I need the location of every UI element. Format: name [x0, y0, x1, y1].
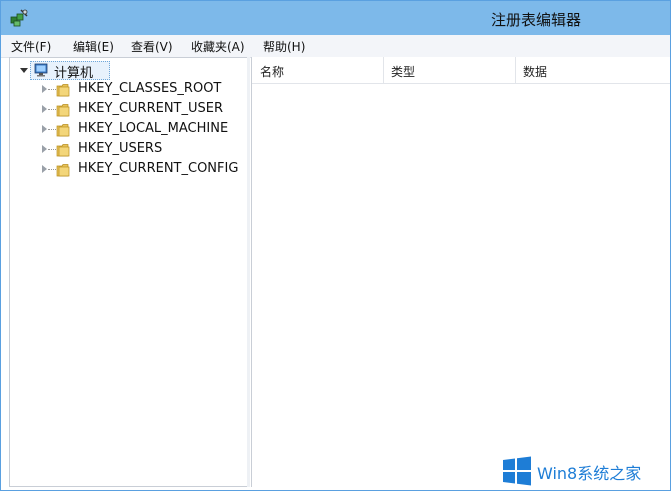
watermark: Win8系统之家 — [501, 453, 670, 489]
column-data-header[interactable]: 数据 — [523, 63, 547, 80]
tree-node-label: HKEY_USERS — [78, 141, 163, 156]
regedit-icon[interactable] — [9, 8, 29, 28]
folder-icon — [56, 84, 70, 97]
menu-bar: 文件(F) 编辑(E) 查看(V) 收藏夹(A) 帮助(H) — [1, 35, 670, 58]
menu-favorites[interactable]: 收藏夹(A) — [191, 38, 245, 55]
folder-icon — [56, 164, 70, 177]
tree-connector — [48, 169, 56, 170]
windows-logo-icon — [503, 456, 531, 486]
collapse-arrow-icon[interactable] — [20, 68, 28, 73]
pane-splitter[interactable] — [247, 57, 250, 487]
title-bar[interactable]: 注册表编辑器 — [1, 1, 670, 35]
tree-node-hkey-classes-root[interactable]: HKEY_CLASSES_ROOT — [10, 81, 240, 99]
tree-node-label: HKEY_CURRENT_USER — [78, 101, 224, 116]
tree-node-hkey-local-machine[interactable]: HKEY_LOCAL_MACHINE — [10, 121, 240, 139]
window-title: 注册表编辑器 — [491, 11, 582, 29]
folder-icon — [56, 124, 70, 137]
tree-connector — [48, 129, 56, 130]
tree-connector — [48, 89, 56, 90]
menu-file[interactable]: 文件(F) — [11, 38, 51, 55]
expand-arrow-icon[interactable] — [42, 125, 47, 133]
watermark-text: Win8系统之家 — [537, 464, 642, 483]
tree-connector — [48, 109, 56, 110]
registry-tree-pane[interactable]: 计算机 HKEY_CLASSES_ROOT HKEY_CURRENT_USER — [9, 57, 248, 487]
column-name-header[interactable]: 名称 — [260, 63, 284, 80]
computer-icon — [34, 63, 48, 77]
list-column-header: 名称 类型 数据 — [252, 57, 670, 84]
column-type-header[interactable]: 类型 — [391, 63, 415, 80]
menu-help[interactable]: 帮助(H) — [263, 38, 305, 55]
tree-node-label: HKEY_CURRENT_CONFIG — [78, 161, 239, 176]
registry-editor-window: 注册表编辑器 文件(F) 编辑(E) 查看(V) 收藏夹(A) 帮助(H) 计算… — [0, 0, 671, 491]
tree-node-hkey-current-config[interactable]: HKEY_CURRENT_CONFIG — [10, 161, 240, 179]
menu-edit[interactable]: 编辑(E) — [73, 38, 114, 55]
tree-root-label: 计算机 — [54, 66, 94, 81]
column-divider[interactable] — [383, 57, 384, 83]
menu-view[interactable]: 查看(V) — [131, 38, 173, 55]
folder-icon — [56, 104, 70, 117]
folder-icon — [56, 144, 70, 157]
expand-arrow-icon[interactable] — [42, 85, 47, 93]
tree-node-label: HKEY_CLASSES_ROOT — [78, 81, 222, 96]
expand-arrow-icon[interactable] — [42, 145, 47, 153]
column-divider[interactable] — [515, 57, 516, 83]
tree-node-hkey-users[interactable]: HKEY_USERS — [10, 141, 240, 159]
expand-arrow-icon[interactable] — [42, 165, 47, 173]
tree-root-computer[interactable]: 计算机 — [10, 61, 240, 81]
tree-node-label: HKEY_LOCAL_MACHINE — [78, 121, 229, 136]
tree-node-hkey-current-user[interactable]: HKEY_CURRENT_USER — [10, 101, 240, 119]
tree-connector — [48, 149, 56, 150]
expand-arrow-icon[interactable] — [42, 105, 47, 113]
values-list-pane[interactable]: 名称 类型 数据 — [251, 57, 670, 487]
